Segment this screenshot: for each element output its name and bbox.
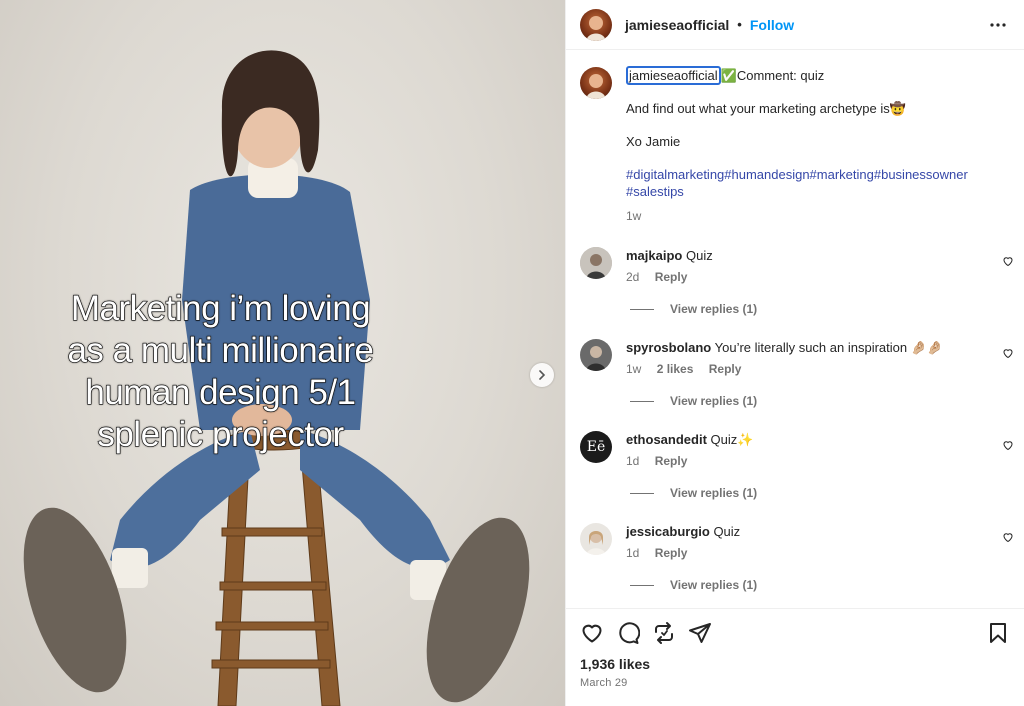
- view-replies-button[interactable]: View replies (1): [630, 486, 1010, 500]
- comment-text: Quiz: [713, 524, 741, 539]
- comment-username[interactable]: ethosandedit: [626, 432, 707, 447]
- view-replies-button[interactable]: View replies (1): [630, 578, 1010, 592]
- caption-username-link[interactable]: jamieseaofficial: [626, 66, 721, 85]
- repost-icon: [655, 622, 673, 644]
- avatar[interactable]: [580, 339, 612, 371]
- like-comment-heart-icon[interactable]: [1002, 531, 1014, 543]
- likes-count[interactable]: 1,936 likes: [580, 656, 1010, 672]
- header-username[interactable]: jamieseaofficial: [625, 17, 729, 33]
- comment-body: spyrosbolano You’re literally such an in…: [626, 339, 1010, 408]
- share-icon: [689, 623, 711, 643]
- overlay-line-4: splenic projector: [97, 414, 345, 454]
- view-replies-button[interactable]: View replies (1): [630, 302, 1010, 316]
- action-icons: [580, 621, 1010, 645]
- avatar-image: [586, 15, 606, 41]
- avatar[interactable]: [580, 8, 612, 41]
- post-header: jamieseaofficial • Follow: [566, 0, 1024, 50]
- comment-body: ethosandedit Quiz✨ 1d Reply View replies…: [626, 431, 1010, 500]
- follow-button[interactable]: Follow: [750, 17, 794, 33]
- comment-icon: [619, 622, 640, 644]
- like-button[interactable]: [580, 621, 604, 645]
- post-side-panel: jamieseaofficial • Follow jamieseaoffici…: [565, 0, 1024, 706]
- avatar-image: [580, 339, 612, 371]
- header-separator: •: [737, 17, 742, 32]
- avatar[interactable]: [580, 247, 612, 279]
- comment-likes[interactable]: 2 likes: [657, 362, 694, 376]
- view-replies-label: View replies (1): [670, 578, 758, 592]
- caption-block: jamieseaofficial ✅Comment: quiz And find …: [566, 51, 1024, 225]
- comment-body: majkaipo Quiz 2d Reply View replies (1): [626, 247, 1010, 316]
- avatar-monogram: Eē: [586, 439, 606, 455]
- like-comment-heart-icon[interactable]: [1002, 255, 1014, 267]
- chevron-right-icon: [539, 370, 546, 380]
- overlay-line-2: as a multi millionaire: [67, 330, 375, 370]
- repost-button[interactable]: [652, 621, 676, 645]
- post-viewer: Marketing i’m loving as a multi milliona…: [0, 0, 1024, 706]
- share-button[interactable]: [688, 621, 712, 645]
- bookmark-icon: [990, 623, 1006, 643]
- caption-line-3: Xo Jamie: [626, 134, 681, 149]
- comment-username[interactable]: jessicaburgio: [626, 524, 710, 539]
- hashtags[interactable]: #digitalmarketing#humandesign#marketing#…: [626, 166, 996, 200]
- avatar-image: [580, 247, 612, 279]
- comment-item: jessicaburgio Quiz 1d Reply View replies…: [566, 523, 1024, 592]
- overlay-line-3: human design 5/1: [85, 372, 357, 412]
- post-image[interactable]: Marketing i’m loving as a multi milliona…: [0, 0, 565, 706]
- replies-divider: [630, 584, 654, 586]
- reply-button[interactable]: Reply: [655, 546, 688, 560]
- comment-item: spyrosbolano You’re literally such an in…: [566, 339, 1024, 408]
- view-replies-button[interactable]: View replies (1): [630, 394, 1010, 408]
- more-horizontal-icon: [990, 22, 1006, 27]
- view-replies-label: View replies (1): [670, 486, 758, 500]
- avatar[interactable]: Eē: [580, 431, 612, 463]
- hashtags-line-1[interactable]: #digitalmarketing#humandesign#marketing#…: [626, 166, 996, 183]
- replies-divider: [630, 308, 654, 310]
- caption-time: 1w: [626, 209, 642, 223]
- comment-username[interactable]: spyrosbolano: [626, 340, 711, 355]
- avatar[interactable]: [580, 67, 612, 99]
- avatar-image: [580, 523, 612, 555]
- comment-item: Eē ethosandedit Quiz✨ 1d Reply View repl…: [566, 431, 1024, 500]
- verified-check: ✅: [720, 68, 737, 83]
- like-comment-heart-icon[interactable]: [1002, 347, 1014, 359]
- comment-username[interactable]: majkaipo: [626, 248, 682, 263]
- hashtags-line-2[interactable]: #salestips: [626, 183, 996, 200]
- view-replies-label: View replies (1): [670, 394, 758, 408]
- comment-time: 1d: [626, 546, 640, 560]
- comment-time: 1d: [626, 454, 640, 468]
- more-options-button[interactable]: [986, 13, 1010, 37]
- comment-time: 2d: [626, 270, 640, 284]
- overlay-line-1: Marketing i’m loving: [70, 288, 371, 328]
- view-replies-label: View replies (1): [670, 302, 758, 316]
- post-actions: 1,936 likes March 29: [566, 608, 1024, 706]
- save-button[interactable]: [986, 621, 1010, 645]
- replies-divider: [630, 492, 654, 494]
- reply-button[interactable]: Reply: [709, 362, 742, 376]
- comment-button[interactable]: [616, 621, 640, 645]
- comment-text: Quiz: [685, 248, 713, 263]
- avatar-image: [586, 74, 606, 99]
- replies-divider: [630, 400, 654, 402]
- caption-text: jamieseaofficial ✅Comment: quiz And find …: [626, 66, 996, 225]
- reply-button[interactable]: Reply: [655, 270, 688, 284]
- post-date[interactable]: March 29: [580, 677, 1010, 689]
- comment-text: Quiz✨: [710, 432, 754, 447]
- comment-body: jessicaburgio Quiz 1d Reply View replies…: [626, 523, 1010, 592]
- like-comment-heart-icon[interactable]: [1002, 439, 1014, 451]
- post-caption-overlay: Marketing i’m loving as a multi milliona…: [0, 288, 503, 456]
- comment-time: 1w: [626, 362, 642, 376]
- caption-first-line: Comment: quiz: [736, 68, 825, 83]
- next-image-button[interactable]: [530, 363, 554, 387]
- comment-item: majkaipo Quiz 2d Reply View replies (1): [566, 247, 1024, 316]
- reply-button[interactable]: Reply: [655, 454, 688, 468]
- avatar[interactable]: [580, 523, 612, 555]
- caption-line-2: And find out what your marketing archety…: [626, 101, 906, 116]
- comments-scroll-area[interactable]: jamieseaofficial ✅Comment: quiz And find …: [566, 51, 1024, 608]
- heart-icon: [582, 624, 602, 643]
- comment-text: You’re literally such an inspiration 🤌🏼🤌…: [714, 340, 944, 355]
